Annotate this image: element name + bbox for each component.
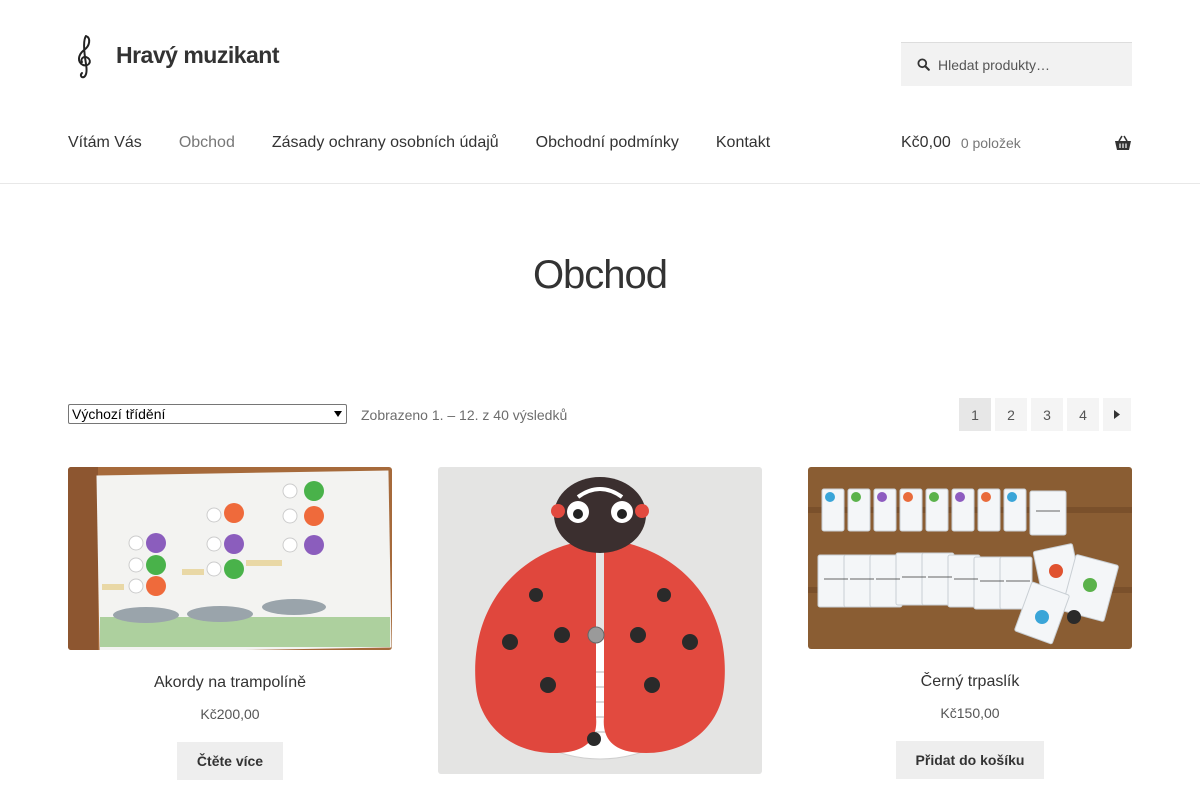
product-price: Kč150,00 <box>940 705 1000 721</box>
page-3[interactable]: 3 <box>1031 398 1063 431</box>
search-icon <box>917 58 930 71</box>
nav-item-zasady-ochrany[interactable]: Zásady ochrany osobních údajů <box>272 134 499 152</box>
chevron-down-icon <box>334 411 342 417</box>
add-to-cart-button[interactable]: Přidat do košíku <box>895 741 1045 779</box>
result-count: Zobrazeno 1. – 12. z 40 výsledků <box>361 407 568 423</box>
header-divider <box>0 183 1200 184</box>
primary-nav: Vítám Vás Obchod Zásady ochrany osobních… <box>68 134 807 152</box>
nav-item-obchod[interactable]: Obchod <box>179 134 235 152</box>
page-4[interactable]: 4 <box>1067 398 1099 431</box>
site-title[interactable]: Hravý muzikant <box>116 42 280 69</box>
pagination: 1 2 3 4 <box>959 398 1131 431</box>
product-title[interactable]: Akordy na trampolíně <box>68 674 392 692</box>
page-1: 1 <box>959 398 991 431</box>
search-placeholder: Hledat produkty… <box>938 56 1051 73</box>
next-page-button[interactable] <box>1103 398 1131 431</box>
caret-right-icon <box>1114 410 1120 419</box>
product-image[interactable] <box>68 467 392 650</box>
site-logo[interactable] <box>68 32 104 80</box>
product-title[interactable]: Černý trpaslík <box>808 673 1132 691</box>
cart-amount: Kč0,00 <box>901 134 951 151</box>
page-title: Obchod <box>532 253 668 297</box>
read-more-button[interactable]: Čtěte více <box>176 742 284 780</box>
page-2[interactable]: 2 <box>995 398 1027 431</box>
nav-item-vitam-vas[interactable]: Vítám Vás <box>68 134 142 152</box>
product-image[interactable] <box>808 467 1132 649</box>
product-card <box>438 467 762 774</box>
product-card: Akordy na trampolíně Kč200,00 Čtěte více <box>68 467 392 780</box>
sort-selected-value: Výchozí třídění <box>72 406 166 422</box>
mini-cart[interactable]: Kč0,00 0 položek <box>901 134 1132 152</box>
product-price: Kč200,00 <box>200 706 260 722</box>
search-input[interactable]: Hledat produkty… <box>901 42 1132 86</box>
product-card: Černý trpaslík Kč150,00 Přidat do košíku <box>808 467 1132 779</box>
product-image[interactable] <box>438 467 762 774</box>
basket-icon <box>1115 135 1131 150</box>
treble-clef-icon <box>78 35 91 79</box>
sort-select[interactable]: Výchozí třídění <box>68 404 347 424</box>
cart-count: 0 položek <box>960 135 1021 151</box>
nav-item-obchodni-podminky[interactable]: Obchodní podmínky <box>536 134 679 152</box>
nav-item-kontakt[interactable]: Kontakt <box>716 134 770 152</box>
